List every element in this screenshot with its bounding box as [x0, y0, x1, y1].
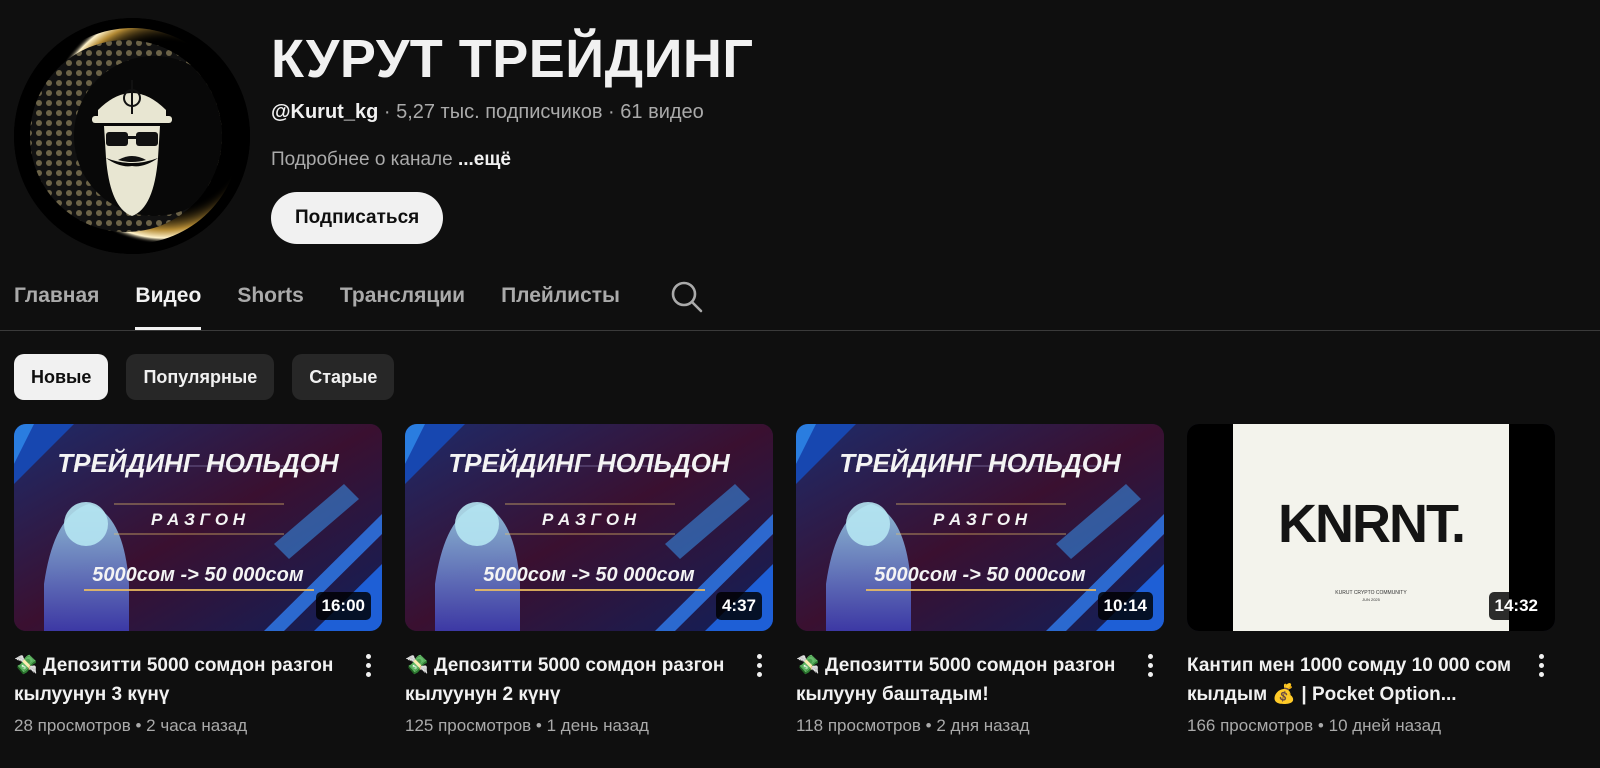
- svg-text:JUN 2025: JUN 2025: [1362, 597, 1381, 602]
- stat-separator: •: [531, 716, 547, 735]
- channel-avatar[interactable]: [14, 18, 250, 254]
- stat-separator: •: [1313, 716, 1329, 735]
- video-card[interactable]: KNRNT. KURUT CRYPTO COMMUNITY JUN 2025 1…: [1187, 424, 1555, 736]
- svg-text:ТРЕЙДИНГ НОЛЬДОН: ТРЕЙДИНГ НОЛЬДОН: [448, 448, 731, 478]
- more-vert-icon[interactable]: [1529, 651, 1553, 679]
- meta-separator: ·: [602, 101, 621, 123]
- video-info: 💸 Депозитти 5000 сомдон разгон кылуунун …: [14, 651, 382, 736]
- money-emoji-icon: 💸: [405, 654, 429, 676]
- more-link[interactable]: ...ещё: [458, 149, 511, 170]
- video-duration: 14:32: [1488, 592, 1544, 620]
- video-thumbnail[interactable]: ТРЕЙДИНГ НОЛЬДОН Р А З Г О Н 5000сом -> …: [14, 424, 382, 631]
- video-thumbnail[interactable]: ТРЕЙДИНГ НОЛЬДОН Р А З Г О Н 5000сом -> …: [796, 424, 1164, 631]
- video-title-text: Депозитти 5000 сомдон разгон кылуунун 3 …: [14, 655, 334, 705]
- video-title-text: Депозитти 5000 сомдон разгон кылуунун 2 …: [405, 655, 725, 705]
- stat-separator: •: [130, 716, 147, 735]
- video-duration: 10:14: [1097, 592, 1153, 620]
- tab-shorts[interactable]: Shorts: [237, 268, 304, 330]
- sort-chips: Новые Популярные Старые: [14, 354, 395, 400]
- channel-handle: @Kurut_kg: [271, 101, 379, 123]
- more-vert-icon[interactable]: [747, 651, 771, 679]
- channel-meta: @Kurut_kg · 5,27 тыс. подписчиков · 61 в…: [271, 101, 704, 124]
- svg-text:5000сом -> 50 000сом: 5000сом -> 50 000сом: [483, 564, 695, 586]
- upload-age: 2 дня назад: [936, 716, 1030, 735]
- money-emoji-icon: 💸: [14, 654, 38, 676]
- channel-about[interactable]: Подробнее о канале ...ещё: [271, 149, 511, 171]
- video-count: 61 видео: [620, 101, 704, 123]
- subscribe-button[interactable]: Подписаться: [271, 192, 444, 244]
- video-grid: ТРЕЙДИНГ НОЛЬДОН Р А З Г О Н 5000сом -> …: [14, 424, 1555, 736]
- video-stats: 28 просмотров • 2 часа назад: [14, 716, 342, 736]
- chip-popular[interactable]: Популярные: [126, 354, 275, 400]
- video-title[interactable]: 💸 Депозитти 5000 сомдон разгон кылууну б…: [796, 651, 1124, 709]
- video-thumbnail[interactable]: KNRNT. KURUT CRYPTO COMMUNITY JUN 2025 1…: [1187, 424, 1555, 631]
- money-emoji-icon: 💸: [796, 654, 820, 676]
- video-thumbnail[interactable]: ТРЕЙДИНГ НОЛЬДОН Р А З Г О Н 5000сом -> …: [405, 424, 773, 631]
- view-count: 28 просмотров: [14, 716, 131, 735]
- video-card[interactable]: ТРЕЙДИНГ НОЛЬДОН Р А З Г О Н 5000сом -> …: [405, 424, 773, 736]
- svg-text:KNRNT.: KNRNT.: [1278, 494, 1464, 554]
- video-card[interactable]: ТРЕЙДИНГ НОЛЬДОН Р А З Г О Н 5000сом -> …: [796, 424, 1164, 736]
- meta-separator: ·: [378, 101, 397, 123]
- tab-live[interactable]: Трансляции: [340, 268, 465, 330]
- video-card[interactable]: ТРЕЙДИНГ НОЛЬДОН Р А З Г О Н 5000сом -> …: [14, 424, 382, 736]
- tab-videos[interactable]: Видео: [135, 268, 201, 330]
- search-icon[interactable]: [670, 280, 704, 314]
- view-count: 118 просмотров: [796, 716, 921, 735]
- stat-separator: •: [920, 716, 937, 735]
- video-title[interactable]: 💸 Депозитти 5000 сомдон разгон кылуунун …: [14, 651, 342, 709]
- svg-text:Р А З Г О Н: Р А З Г О Н: [933, 510, 1028, 529]
- more-vert-icon[interactable]: [356, 651, 380, 679]
- view-count: 166 просмотров: [1187, 716, 1314, 735]
- video-title[interactable]: 💸 Депозитти 5000 сомдон разгон кылуунун …: [405, 651, 733, 709]
- video-duration: 16:00: [315, 592, 371, 620]
- upload-age: 2 часа назад: [146, 716, 248, 735]
- svg-text:Р А З Г О Н: Р А З Г О Н: [151, 510, 246, 529]
- chip-oldest[interactable]: Старые: [292, 354, 395, 400]
- svg-text:Р А З Г О Н: Р А З Г О Н: [542, 510, 637, 529]
- about-text: Подробнее о канале: [271, 149, 453, 170]
- svg-text:ТРЕЙДИНГ НОЛЬДОН: ТРЕЙДИНГ НОЛЬДОН: [57, 448, 340, 478]
- svg-text:ТРЕЙДИНГ НОЛЬДОН: ТРЕЙДИНГ НОЛЬДОН: [839, 448, 1122, 478]
- upload-age: 10 дней назад: [1328, 716, 1442, 735]
- avatar-image: [14, 18, 250, 254]
- upload-age: 1 день назад: [546, 716, 649, 735]
- svg-text:KURUT CRYPTO COMMUNITY: KURUT CRYPTO COMMUNITY: [1335, 590, 1407, 596]
- video-stats: 166 просмотров • 10 дней назад: [1187, 716, 1515, 736]
- video-duration: 4:37: [715, 592, 762, 620]
- svg-text:5000сом -> 50 000сом: 5000сом -> 50 000сом: [874, 564, 1086, 586]
- subscriber-count: 5,27 тыс. подписчиков: [396, 101, 603, 123]
- tabs-divider: [0, 330, 1600, 331]
- chip-newest[interactable]: Новые: [14, 354, 109, 400]
- video-info: 💸 Депозитти 5000 сомдон разгон кылууну б…: [796, 651, 1164, 736]
- more-vert-icon[interactable]: [1138, 651, 1162, 679]
- video-info: 💸 Депозитти 5000 сомдон разгон кылуунун …: [405, 651, 773, 736]
- video-info: Кантип мен 1000 сомду 10 000 сом кылдым …: [1187, 651, 1555, 736]
- video-stats: 118 просмотров • 2 дня назад: [796, 716, 1124, 736]
- tab-playlists[interactable]: Плейлисты: [501, 268, 620, 330]
- view-count: 125 просмотров: [405, 716, 532, 735]
- video-stats: 125 просмотров • 1 день назад: [405, 716, 733, 736]
- channel-title: КУРУТ ТРЕЙДИНГ: [271, 29, 754, 89]
- video-title[interactable]: Кантип мен 1000 сомду 10 000 сом кылдым …: [1187, 651, 1515, 709]
- svg-text:5000сом -> 50 000сом: 5000сом -> 50 000сом: [92, 564, 304, 586]
- video-title-text: Депозитти 5000 сомдон разгон кылууну баш…: [796, 655, 1116, 705]
- channel-tabs: Главная Видео Shorts Трансляции Плейлист…: [14, 268, 704, 330]
- tab-home[interactable]: Главная: [14, 268, 99, 330]
